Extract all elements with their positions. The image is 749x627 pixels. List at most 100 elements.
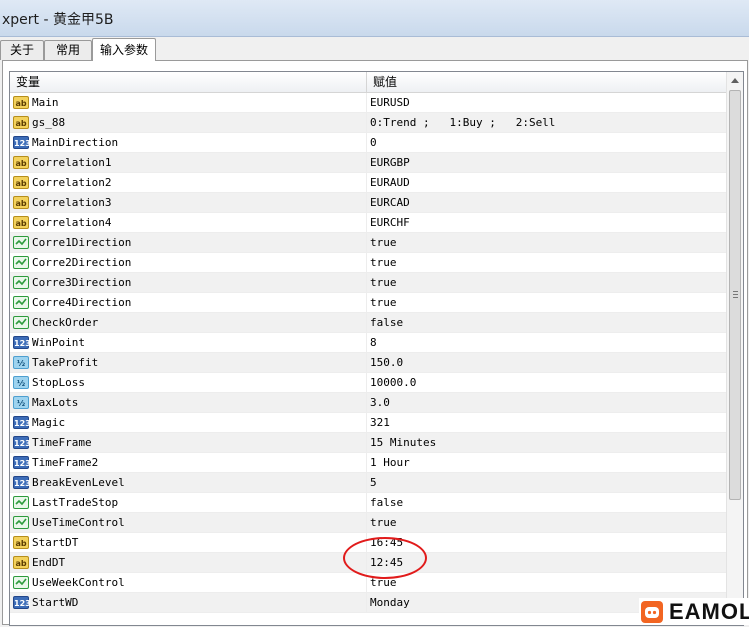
parameter-name: Magic <box>32 416 66 429</box>
string-type-icon: ab <box>13 96 29 109</box>
parameter-value[interactable]: 1 Hour <box>370 453 410 472</box>
column-divider <box>366 573 367 592</box>
parameter-row[interactable]: ab Correlation1 EURGBP <box>10 153 726 173</box>
parameter-row[interactable]: ½ StopLoss 10000.0 <box>10 373 726 393</box>
parameter-row[interactable]: ab Main EURUSD <box>10 93 726 113</box>
parameter-row[interactable]: Corre1Direction true <box>10 233 726 253</box>
column-divider <box>366 373 367 392</box>
parameter-value[interactable]: EURCHF <box>370 213 410 232</box>
vertical-scrollbar[interactable] <box>726 72 743 625</box>
parameter-value[interactable]: true <box>370 293 397 312</box>
parameter-row[interactable]: ab EndDT 12:45 <box>10 553 726 573</box>
title-bar: xpert - 黄金甲5B <box>0 0 749 37</box>
parameter-value[interactable]: true <box>370 233 397 252</box>
parameter-value[interactable]: 321 <box>370 413 390 432</box>
parameter-row[interactable]: 123 StartWD Monday <box>10 593 726 613</box>
logo-mark-icon <box>641 601 663 623</box>
parameter-name: MaxLots <box>32 396 79 409</box>
bool-type-icon <box>13 316 29 329</box>
parameter-name: StartWD <box>32 596 79 609</box>
parameter-name: Correlation1 <box>32 156 112 169</box>
column-divider <box>366 193 367 212</box>
logo-text: EAMOL <box>669 599 749 624</box>
parameter-value[interactable]: Monday <box>370 593 410 612</box>
window-title: xpert - 黄金甲5B <box>2 12 114 28</box>
string-type-icon: ab <box>13 556 29 569</box>
parameter-row[interactable]: 123 BreakEvenLevel 5 <box>10 473 726 493</box>
integer-type-icon: 123 <box>13 596 31 609</box>
bool-type-icon <box>13 236 29 249</box>
string-type-icon: ab <box>13 196 29 209</box>
bool-type-icon <box>13 516 29 529</box>
parameter-row[interactable]: Corre4Direction true <box>10 293 726 313</box>
column-divider <box>366 153 367 172</box>
parameter-row[interactable]: Corre3Direction true <box>10 273 726 293</box>
parameter-name: WinPoint <box>32 336 85 349</box>
tab-common[interactable]: 常用 <box>44 40 92 60</box>
parameter-value[interactable]: EURUSD <box>370 93 410 112</box>
column-divider <box>366 293 367 312</box>
bool-type-icon <box>13 256 29 269</box>
parameter-row[interactable]: 123 TimeFrame 15 Minutes <box>10 433 726 453</box>
parameter-row[interactable]: Corre2Direction true <box>10 253 726 273</box>
parameter-row[interactable]: ab Correlation4 EURCHF <box>10 213 726 233</box>
parameter-value[interactable]: EURCAD <box>370 193 410 212</box>
parameter-value[interactable]: true <box>370 253 397 272</box>
parameter-value[interactable]: 5 <box>370 473 377 492</box>
parameter-value[interactable]: 0 <box>370 133 377 152</box>
column-header-value[interactable]: 赋值 <box>367 72 726 92</box>
parameter-value[interactable]: false <box>370 493 403 512</box>
parameter-value[interactable]: 15 Minutes <box>370 433 436 452</box>
parameter-row[interactable]: ab StartDT 16:45 <box>10 533 726 553</box>
watermark-logo: EAMOL <box>639 598 749 625</box>
parameter-row[interactable]: ab gs_88 0:Trend ; 1:Buy ; 2:Sell <box>10 113 726 133</box>
parameter-row[interactable]: CheckOrder false <box>10 313 726 333</box>
parameter-row[interactable]: UseWeekControl true <box>10 573 726 593</box>
parameter-value[interactable]: true <box>370 513 397 532</box>
parameter-row[interactable]: 123 MainDirection 0 <box>10 133 726 153</box>
column-divider <box>366 413 367 432</box>
parameter-value[interactable]: 12:45 <box>370 553 403 572</box>
parameter-row[interactable]: 123 WinPoint 8 <box>10 333 726 353</box>
parameter-value[interactable]: EURAUD <box>370 173 410 192</box>
parameter-value[interactable]: 3.0 <box>370 393 390 412</box>
thumb-grip-line <box>733 291 738 292</box>
parameter-value[interactable]: 16:45 <box>370 533 403 552</box>
column-header-variable[interactable]: 变量 <box>10 72 366 92</box>
parameter-value[interactable]: EURGBP <box>370 153 410 172</box>
parameter-row[interactable]: ab Correlation3 EURCAD <box>10 193 726 213</box>
string-type-icon: ab <box>13 176 29 189</box>
column-divider <box>366 313 367 332</box>
parameter-value[interactable]: 150.0 <box>370 353 403 372</box>
parameter-value[interactable]: 10000.0 <box>370 373 416 392</box>
scrollbar-thumb[interactable] <box>729 90 741 500</box>
parameter-name: Corre2Direction <box>32 256 132 269</box>
parameter-value[interactable]: false <box>370 313 403 332</box>
tab-about[interactable]: 关于 <box>0 40 44 60</box>
parameter-value[interactable]: 8 <box>370 333 377 352</box>
parameter-name: CheckOrder <box>32 316 99 329</box>
double-type-icon: ½ <box>13 396 29 409</box>
parameter-value[interactable]: true <box>370 573 397 592</box>
parameter-row[interactable]: ab Correlation2 EURAUD <box>10 173 726 193</box>
parameters-list: 变量 赋值 ab Main EURUSD ab gs_88 0:Trend ; 1:Buy… <box>9 71 744 626</box>
parameter-row[interactable]: ½ MaxLots 3.0 <box>10 393 726 413</box>
list-header: 变量 赋值 <box>10 72 726 93</box>
tab-panel-inputs: 变量 赋值 ab Main EURUSD ab gs_88 0:Trend ; 1:Buy… <box>2 60 748 626</box>
parameter-row[interactable]: UseTimeControl true <box>10 513 726 533</box>
column-divider <box>366 173 367 192</box>
parameter-name: StartDT <box>32 536 79 549</box>
parameter-name: UseTimeControl <box>32 516 125 529</box>
parameter-row[interactable]: 123 Magic 321 <box>10 413 726 433</box>
tab-inputs[interactable]: 输入参数 <box>92 38 156 61</box>
bool-type-icon <box>13 296 29 309</box>
parameter-value[interactable]: true <box>370 273 397 292</box>
tab-strip: 关于 常用 输入参数 <box>0 38 749 61</box>
integer-type-icon: 123 <box>13 416 31 429</box>
parameter-row[interactable]: ½ TakeProfit 150.0 <box>10 353 726 373</box>
scroll-up-arrow-icon[interactable] <box>731 78 739 83</box>
parameter-value[interactable]: 0:Trend ; 1:Buy ; 2:Sell <box>370 113 555 132</box>
parameter-row[interactable]: LastTradeStop false <box>10 493 726 513</box>
parameter-row[interactable]: 123 TimeFrame2 1 Hour <box>10 453 726 473</box>
integer-type-icon: 123 <box>13 336 31 349</box>
